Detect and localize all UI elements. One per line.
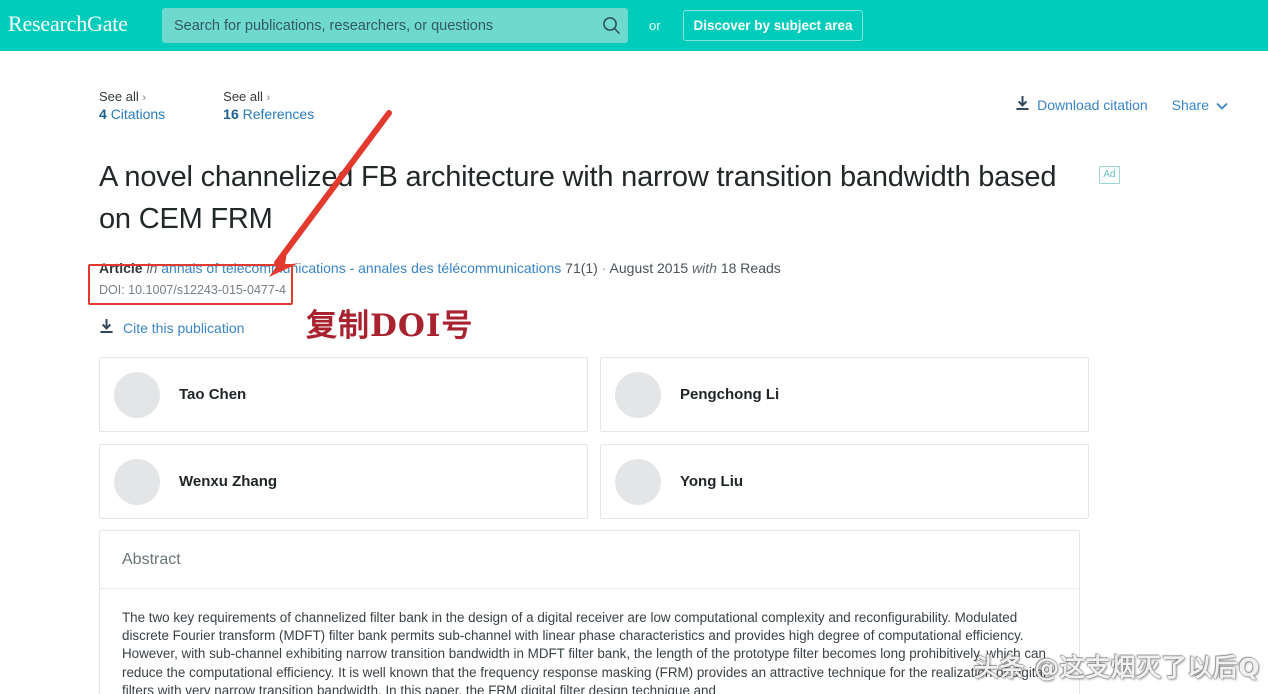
or-label: or	[649, 18, 661, 33]
researchgate-logo[interactable]: ResearchGate	[8, 11, 128, 37]
abstract-heading: Abstract	[100, 531, 1079, 589]
citations-references: See all › 4 Citations See all › 16 Refer…	[99, 89, 314, 122]
chinese-annotation-note: 复制DOI号	[306, 308, 474, 344]
citations-count: 4	[99, 106, 107, 122]
volume-issue: 71(1)	[565, 260, 598, 276]
citations-label: Citations	[110, 106, 166, 122]
cite-this-publication-label: Cite this publication	[123, 319, 245, 336]
download-citation-button[interactable]: Download citation	[1015, 95, 1148, 114]
search-input[interactable]	[162, 17, 594, 34]
avatar	[615, 371, 661, 418]
author-name: Yong Liu	[680, 473, 744, 490]
share-button[interactable]: Share	[1172, 97, 1228, 113]
citations-see-all[interactable]: See all ›	[99, 89, 165, 104]
citations-count-link[interactable]: 4 Citations	[99, 106, 165, 122]
meta-separator: ·	[601, 260, 607, 276]
abstract-card: Abstract The two key requirements of cha…	[99, 530, 1080, 694]
citations-block[interactable]: See all › 4 Citations	[99, 89, 165, 122]
publication-type: Article	[99, 260, 143, 276]
download-icon	[1015, 95, 1030, 114]
discover-by-subject-area-button[interactable]: Discover by subject area	[683, 10, 863, 41]
references-see-all[interactable]: See all ›	[223, 89, 314, 104]
author-card[interactable]: Tao Chen	[99, 357, 588, 432]
read-count: 18 Reads	[720, 260, 781, 276]
site-header: ResearchGate or Discover by subject area	[0, 0, 1268, 51]
chevron-right-icon: ›	[142, 92, 147, 104]
journal-link[interactable]: annals of telecommunications - annales d…	[161, 260, 561, 276]
chevron-down-icon	[1216, 97, 1228, 113]
doi-text[interactable]: DOI: 10.1007/s12243-015-0477-4	[99, 283, 286, 297]
download-citation-label: Download citation	[1037, 96, 1148, 113]
author-card[interactable]: Wenxu Zhang	[99, 444, 588, 519]
meta-with-word: with	[692, 260, 717, 276]
ad-badge[interactable]: Ad	[1099, 166, 1120, 184]
brand-text: ResearchGate	[8, 11, 128, 36]
author-name: Wenxu Zhang	[179, 473, 278, 490]
citations-see-all-label: See all	[99, 89, 139, 104]
references-label: References	[242, 106, 315, 122]
search-box[interactable]	[162, 8, 628, 43]
publication-date: August 2015	[609, 260, 689, 276]
avatar	[114, 371, 160, 418]
cite-this-publication-button[interactable]: Cite this publication	[99, 318, 244, 337]
share-label: Share	[1171, 96, 1209, 113]
references-see-all-label: See all	[223, 89, 263, 104]
search-icon[interactable]	[594, 8, 628, 43]
author-card[interactable]: Yong Liu	[600, 444, 1089, 519]
chevron-right-icon: ›	[266, 92, 271, 104]
authors-list: Tao Chen Pengchong Li Wenxu Zhang Yong L…	[99, 357, 1089, 519]
page-title: A novel channelized FB architecture with…	[99, 161, 1057, 235]
references-count-link[interactable]: 16 References	[223, 106, 314, 122]
meta-in-word: in	[146, 260, 158, 276]
author-card[interactable]: Pengchong Li	[600, 357, 1089, 432]
author-name: Pengchong Li	[680, 386, 780, 403]
author-name: Tao Chen	[179, 386, 247, 403]
references-block[interactable]: See all › 16 References	[223, 89, 314, 122]
publication-meta: Article in annals of telecommunications …	[99, 260, 781, 276]
avatar	[114, 458, 160, 505]
publication-actions: Download citation Share	[1015, 95, 1228, 114]
page-root: ResearchGate or Discover by subject area…	[0, 0, 1268, 694]
references-count: 16	[223, 106, 239, 122]
abstract-text: The two key requirements of channelized …	[122, 610, 1046, 694]
download-icon	[99, 318, 114, 337]
avatar	[615, 458, 661, 505]
